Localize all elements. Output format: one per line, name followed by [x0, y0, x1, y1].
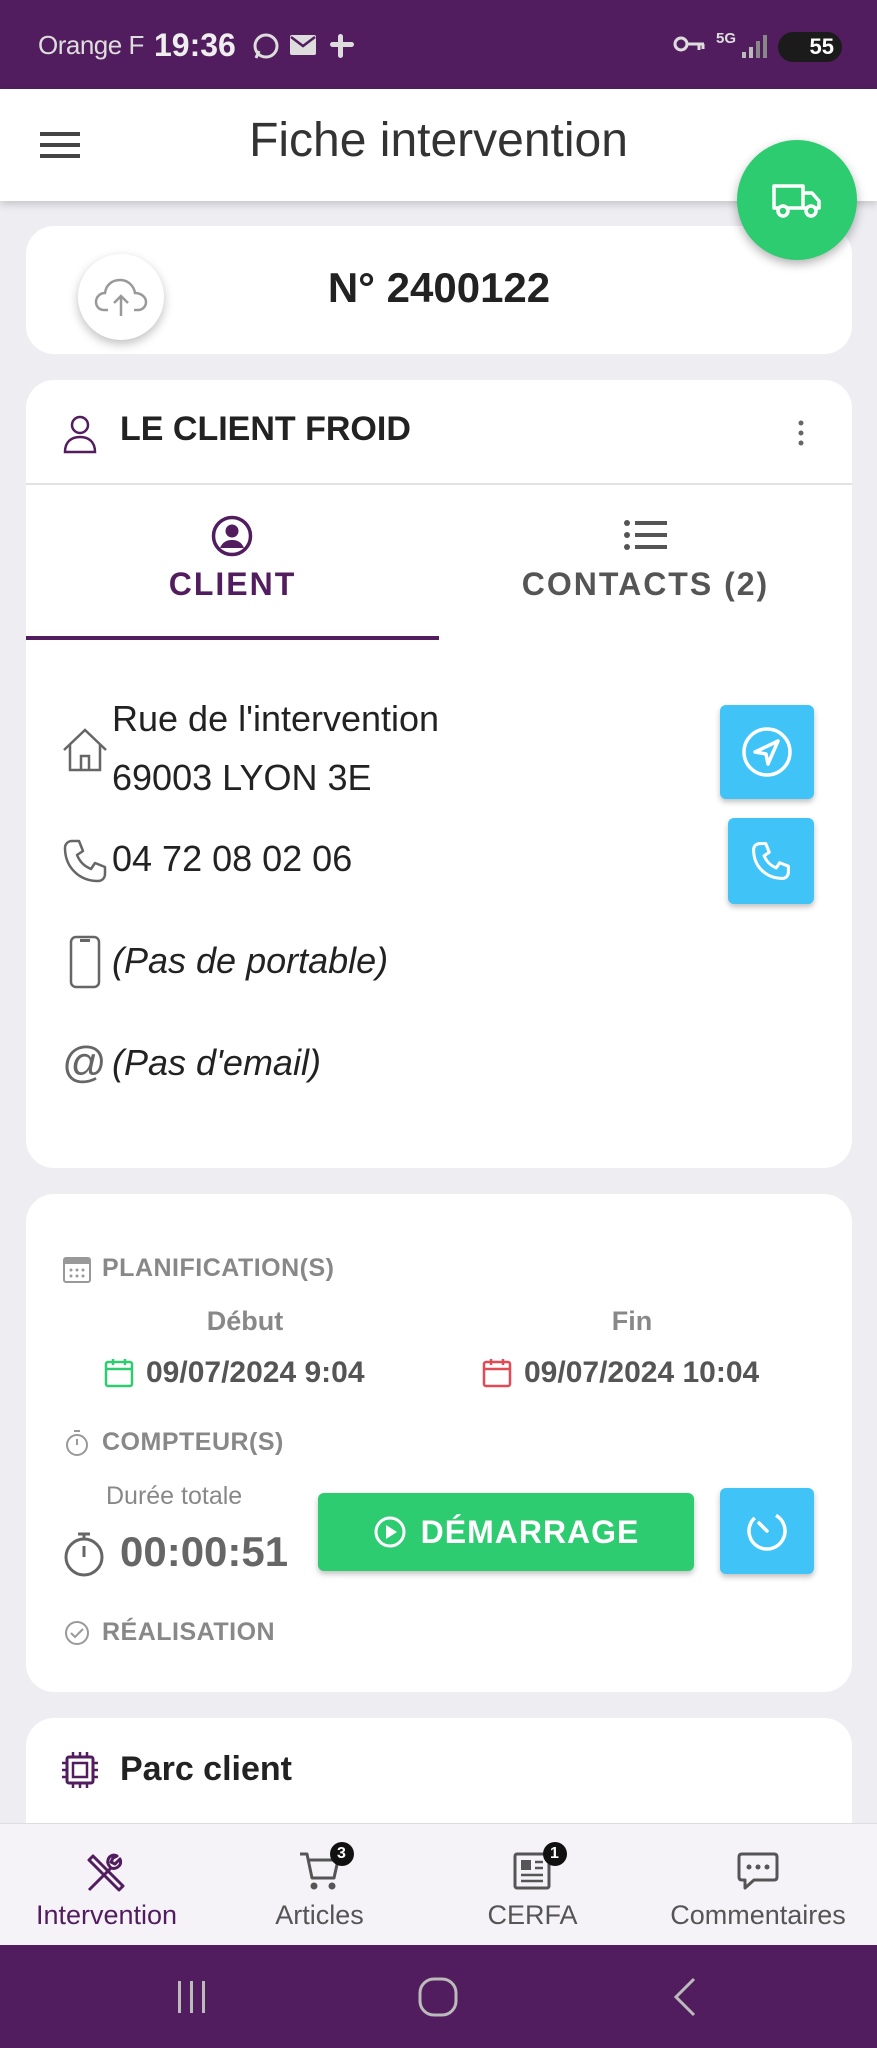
clock: 19:36 — [154, 27, 236, 63]
email-icon: @ — [62, 1038, 107, 1087]
start-label: Début — [206, 1306, 284, 1336]
nav-intervention-label: Intervention — [35, 1900, 178, 1930]
start-button-label: DÉMARRAGE — [420, 1513, 640, 1550]
planning-section-title: PLANIFICATION(S) — [102, 1254, 335, 1282]
duration-label: Durée totale — [106, 1482, 243, 1510]
nav-cerfa-label: CERFA — [487, 1900, 578, 1930]
truck-fab-button[interactable] — [737, 140, 857, 260]
battery-indicator: 55 — [778, 32, 842, 62]
tab-client-label: CLIENT — [168, 566, 297, 602]
home-icon — [63, 728, 107, 772]
calendar-icon — [63, 1257, 91, 1283]
nav-articles-label: Articles — [275, 1900, 364, 1930]
mail-icon — [290, 35, 316, 55]
vpn-key-icon — [673, 36, 705, 52]
email-address: (Pas d'email) — [112, 1042, 321, 1083]
smartphone-icon — [69, 935, 101, 989]
back-icon[interactable] — [666, 1975, 706, 2019]
whatsapp-icon — [253, 33, 279, 59]
more-vertical-icon[interactable] — [796, 418, 806, 448]
system-navigation-bar — [0, 1945, 877, 2048]
account-circle-icon — [211, 515, 253, 557]
articles-badge: 3 — [329, 1842, 354, 1866]
network-type: 5G — [716, 30, 737, 47]
phone-icon — [63, 839, 107, 883]
play-circle-icon — [374, 1516, 406, 1548]
mobile-number: (Pas de portable) — [112, 940, 389, 981]
stopwatch-icon — [64, 1532, 104, 1577]
timer-button[interactable] — [720, 1488, 814, 1574]
recent-apps-icon[interactable] — [172, 1977, 212, 2017]
timer-icon — [747, 1511, 787, 1551]
start-date: 09/07/2024 9:04 — [146, 1356, 365, 1389]
list-icon — [624, 520, 667, 550]
navigate-button[interactable] — [720, 705, 814, 799]
planning-card: PLANIFICATION(S) Début Fin 09/07/2024 9:… — [26, 1194, 852, 1692]
truck-icon — [772, 184, 821, 218]
calendar-end-icon — [482, 1359, 512, 1388]
nav-intervention[interactable]: Intervention — [0, 1824, 213, 1946]
address-line1: Rue de l'intervention — [112, 698, 440, 739]
nav-articles-icon-wrap: 3 — [298, 1842, 354, 1892]
signal-icon — [742, 35, 767, 58]
chip-icon — [62, 1752, 98, 1788]
tab-contacts-label: CONTACTS (2) — [521, 566, 770, 602]
carrier-name: Orange F — [38, 30, 144, 60]
calendar-start-icon — [104, 1359, 134, 1388]
tools-icon — [87, 1853, 124, 1892]
end-date: 09/07/2024 10:04 — [524, 1356, 760, 1389]
tab-contacts[interactable] — [439, 485, 852, 640]
phone-icon — [752, 842, 790, 880]
nav-cerfa[interactable]: 1 CERFA — [426, 1824, 639, 1946]
intervention-number-card: N° 2400122 — [26, 226, 852, 354]
user-icon — [63, 415, 97, 454]
nav-commentaires[interactable]: Commentaires — [639, 1824, 877, 1946]
page-title: Fiche intervention — [249, 114, 628, 167]
call-button[interactable] — [728, 818, 814, 904]
nav-articles[interactable]: 3 Articles — [213, 1824, 426, 1946]
home-button-icon[interactable] — [416, 1975, 460, 2019]
nav-cerfa-icon-wrap: 1 — [511, 1842, 567, 1892]
nav-commentaires-label: Commentaires — [670, 1900, 846, 1930]
parc-client-title: Parc client — [120, 1750, 292, 1788]
client-name: LE CLIENT FROID — [120, 410, 411, 448]
tab-client[interactable] — [26, 485, 439, 640]
counter-section-title: COMPTEUR(S) — [102, 1428, 284, 1456]
start-button[interactable]: DÉMARRAGE — [318, 1493, 694, 1571]
address-line2: 69003 LYON 3E — [112, 757, 372, 798]
slack-icon — [330, 34, 354, 58]
realisation-section-title: RÉALISATION — [102, 1618, 276, 1646]
check-circle-icon — [65, 1621, 89, 1645]
timer-icon — [66, 1430, 88, 1456]
cerfa-badge: 1 — [542, 1842, 567, 1866]
client-card: LE CLIENT FROID CLIENT CONTACTS (2) Rue … — [26, 380, 852, 1168]
status-bar: Orange F 19:36 5G 55 — [0, 0, 877, 89]
end-label: Fin — [611, 1306, 653, 1336]
navigation-icon — [742, 727, 792, 777]
phone-number[interactable]: 04 72 08 02 06 — [112, 838, 352, 880]
comment-icon — [737, 1852, 779, 1890]
intervention-number: N° 2400122 — [327, 264, 551, 311]
active-tab-indicator — [26, 636, 439, 640]
bottom-navigation: Intervention 3 Articles 1 CERFA Commenta… — [0, 1823, 877, 1945]
duration-value: 00:00:51 — [120, 1528, 289, 1575]
